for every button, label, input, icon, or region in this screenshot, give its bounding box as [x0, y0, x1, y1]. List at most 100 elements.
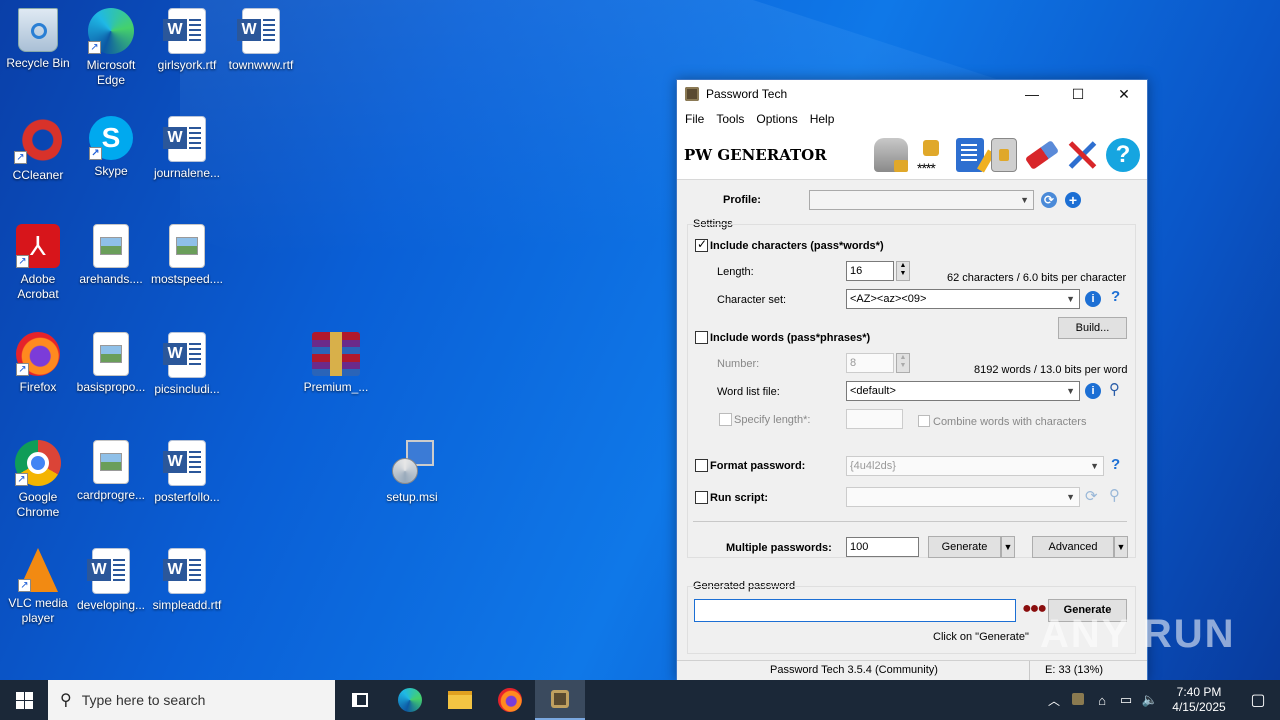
info-icon[interactable]: i: [1085, 383, 1101, 399]
installer-package-icon: [390, 440, 434, 486]
desktop-icon-skype[interactable]: S ↗ Skype: [73, 116, 149, 179]
help-question-icon[interactable]: ?: [1111, 288, 1120, 305]
menu-options[interactable]: Options: [750, 112, 803, 126]
desktop-icon-recycle-bin[interactable]: Recycle Bin: [0, 8, 76, 71]
desktop-icon-google-chrome[interactable]: ↗ Google Chrome: [0, 440, 76, 520]
clock[interactable]: 7:40 PM 4/15/2025: [1162, 685, 1236, 715]
generate-dropdown-arrow[interactable]: ▼: [1001, 536, 1015, 558]
advanced-button[interactable]: Advanced: [1032, 536, 1114, 558]
taskbar-password-tech[interactable]: [535, 680, 585, 720]
volume-icon[interactable]: 🔈: [1138, 692, 1162, 708]
tray-app-icon[interactable]: [1066, 692, 1090, 708]
clock-time: 7:40 PM: [1176, 685, 1222, 699]
start-button[interactable]: [0, 680, 48, 720]
format-password-checkbox[interactable]: [695, 459, 708, 472]
desktop-icon-image-file[interactable]: arehands....: [73, 224, 149, 287]
specify-length-input[interactable]: [846, 409, 903, 429]
number-input[interactable]: 8: [846, 353, 894, 373]
tools-icon[interactable]: [1065, 138, 1099, 172]
word-document-icon: W: [87, 548, 130, 594]
taskbar-edge[interactable]: [385, 680, 435, 720]
word-list-label: Word list file:: [717, 386, 780, 398]
taskbar-file-explorer[interactable]: [435, 680, 485, 720]
length-input[interactable]: 16: [846, 261, 894, 281]
help-icon[interactable]: ?: [1106, 137, 1140, 172]
icon-label: Premium_...: [303, 380, 369, 394]
format-password-select[interactable]: {4u4l2ds} ▼: [846, 456, 1104, 476]
desktop-icon-word-doc[interactable]: W girlsyork.rtf: [149, 8, 225, 73]
notepad-pen-icon[interactable]: [956, 137, 995, 173]
task-view-button[interactable]: [335, 680, 385, 720]
icon-label: arehands....: [79, 272, 143, 286]
desktop-icon-image-file[interactable]: mostspeed....: [149, 224, 225, 287]
taskbar-firefox[interactable]: [485, 680, 535, 720]
window-titlebar[interactable]: Password Tech — ☐ ✕: [677, 80, 1147, 108]
word-document-icon: W: [163, 116, 206, 162]
menu-file[interactable]: File: [679, 112, 710, 126]
word-list-select[interactable]: <default> ▼: [846, 381, 1080, 401]
folder-icon: [448, 691, 472, 709]
help-question-icon[interactable]: ?: [1111, 456, 1120, 473]
info-icon[interactable]: i: [1085, 291, 1101, 307]
desktop-icon-word-doc[interactable]: W developing...: [73, 548, 149, 613]
include-words-checkbox[interactable]: [695, 331, 708, 344]
desktop-icon-vlc[interactable]: ↗ VLC media player: [0, 548, 76, 626]
shortcut-arrow-icon: ↗: [16, 363, 29, 376]
desktop-icon-ccleaner[interactable]: ↗ CCleaner: [0, 116, 76, 183]
number-spinner[interactable]: ▲ ▼: [896, 353, 910, 373]
safe-document-icon[interactable]: [991, 137, 1017, 172]
eraser-icon[interactable]: [1024, 138, 1060, 172]
multiple-passwords-input[interactable]: 100: [846, 537, 919, 557]
word-list-value: <default>: [850, 385, 896, 397]
search-icon[interactable]: ⚲: [1109, 380, 1120, 398]
taskbar-search-box[interactable]: ⚲ Type here to search: [48, 680, 335, 720]
run-script-select[interactable]: ▼: [846, 487, 1080, 507]
desktop-icon-word-doc[interactable]: W journalene...: [149, 116, 225, 181]
desktop-icon-winrar-archive[interactable]: Premium_...: [298, 332, 374, 395]
word-document-icon: W: [163, 332, 206, 378]
character-set-select[interactable]: <AZ><az><09> ▼: [846, 289, 1080, 309]
desktop-icon-setup-msi[interactable]: setup.msi: [374, 440, 450, 505]
windows-logo-icon: [15, 691, 33, 709]
include-characters-checkbox[interactable]: [695, 237, 708, 252]
icon-label: Firefox: [19, 380, 57, 394]
desktop-icon-word-doc[interactable]: W simpleadd.rtf: [149, 548, 225, 613]
characters-info: 62 characters / 6.0 bits per character: [947, 272, 1127, 284]
include-characters-label: Include characters (pass*words*): [710, 240, 884, 252]
advanced-dropdown-arrow[interactable]: ▼: [1114, 536, 1128, 558]
specify-length-checkbox[interactable]: [719, 413, 732, 426]
desktop-icon-word-doc[interactable]: W posterfollo...: [149, 440, 225, 505]
generate-multiple-button[interactable]: Generate: [928, 536, 1001, 558]
refresh-icon[interactable]: ⟳: [1041, 192, 1057, 208]
close-button[interactable]: ✕: [1101, 80, 1147, 108]
usb-icon[interactable]: ⌂: [1090, 693, 1114, 708]
chevron-up-icon[interactable]: ︿: [1042, 692, 1066, 709]
profile-select[interactable]: ▼: [809, 190, 1034, 210]
desktop-icon-firefox[interactable]: ↗ Firefox: [0, 332, 76, 395]
maximize-button[interactable]: ☐: [1055, 80, 1101, 108]
notification-icon[interactable]: ▢: [1236, 690, 1280, 710]
refresh-icon[interactable]: ⟳: [1085, 487, 1098, 505]
desktop-icon-image-file[interactable]: cardprogre...: [73, 440, 149, 503]
menu-tools[interactable]: Tools: [710, 112, 750, 126]
database-lock-icon[interactable]: [874, 137, 908, 172]
build-button[interactable]: Build...: [1058, 317, 1127, 339]
password-mask-icon[interactable]: ****: [915, 138, 949, 176]
desktop-icon-adobe-acrobat[interactable]: ⅄ ↗ Adobe Acrobat: [0, 224, 76, 302]
menu-help[interactable]: Help: [804, 112, 841, 126]
desktop-icon-word-doc[interactable]: W townwww.rtf: [223, 8, 299, 73]
minimize-button[interactable]: —: [1009, 80, 1055, 108]
search-icon[interactable]: ⚲: [1109, 486, 1120, 504]
desktop-icon-word-doc[interactable]: W picsincludi...: [149, 332, 225, 397]
ccleaner-icon: ↗: [14, 116, 62, 164]
network-icon[interactable]: ▭: [1114, 692, 1138, 708]
add-icon[interactable]: +: [1065, 192, 1081, 208]
combine-words-checkbox[interactable]: [918, 415, 930, 427]
run-script-checkbox[interactable]: [695, 491, 708, 504]
length-spinner[interactable]: ▲ ▼: [896, 261, 910, 281]
icon-label: Recycle Bin: [6, 56, 70, 70]
generated-password-field[interactable]: [694, 599, 1016, 622]
desktop-icon-image-file[interactable]: basispropo...: [73, 332, 149, 395]
icon-label: developing...: [76, 598, 146, 612]
desktop-icon-microsoft-edge[interactable]: ↗ Microsoft Edge: [73, 8, 149, 88]
